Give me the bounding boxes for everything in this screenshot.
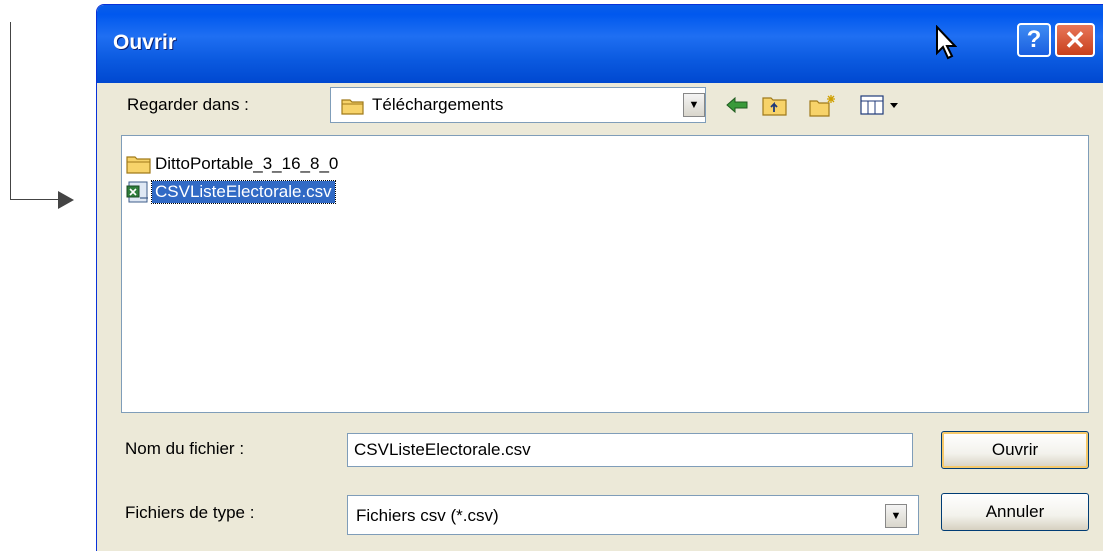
- list-item-name: DittoPortable_3_16_8_0: [155, 154, 339, 173]
- list-item-name: CSVListeElectorale.csv: [151, 180, 336, 204]
- file-list[interactable]: DittoPortable_3_16_8_0 CSVListeElectoral…: [121, 135, 1089, 413]
- back-arrow-icon[interactable]: [723, 91, 751, 119]
- cancel-button[interactable]: Annuler: [941, 493, 1089, 531]
- up-folder-icon[interactable]: [761, 91, 789, 119]
- look-in-dropdown[interactable]: Téléchargements ▼: [330, 87, 706, 123]
- open-file-dialog: Ouvrir ? ✕ Regarder dans : Téléchargemen…: [96, 4, 1103, 551]
- look-in-value: Téléchargements: [372, 95, 504, 114]
- filename-label: Nom du fichier :: [125, 439, 245, 458]
- filetype-dropdown[interactable]: Fichiers csv (*.csv) ▼: [347, 495, 919, 535]
- close-button[interactable]: ✕: [1055, 23, 1095, 57]
- help-button[interactable]: ?: [1017, 23, 1051, 57]
- folder-icon: [341, 99, 364, 115]
- annotation-arrow-head: [58, 191, 74, 209]
- annotation-arrow-line: [10, 22, 11, 200]
- dialog-title: Ouvrir: [113, 31, 177, 54]
- new-folder-icon[interactable]: [809, 91, 837, 119]
- title-bar[interactable]: Ouvrir ? ✕: [97, 5, 1103, 83]
- annotation-arrow-line-horizontal: [10, 199, 60, 200]
- look-in-label: Regarder dans :: [127, 95, 249, 114]
- list-item[interactable]: DittoPortable_3_16_8_0: [126, 152, 341, 176]
- filetype-value: Fichiers csv (*.csv): [356, 506, 499, 525]
- view-menu-icon[interactable]: [859, 91, 903, 119]
- csv-file-icon: [126, 181, 148, 203]
- chevron-down-icon[interactable]: ▼: [683, 93, 705, 117]
- chevron-down-icon[interactable]: ▼: [885, 504, 907, 528]
- filetype-label: Fichiers de type :: [125, 503, 255, 522]
- open-button[interactable]: Ouvrir: [941, 431, 1089, 469]
- folder-icon: [126, 156, 151, 174]
- mouse-cursor-icon: [936, 25, 957, 60]
- filename-field[interactable]: [347, 433, 913, 467]
- list-item[interactable]: CSVListeElectorale.csv: [126, 180, 336, 204]
